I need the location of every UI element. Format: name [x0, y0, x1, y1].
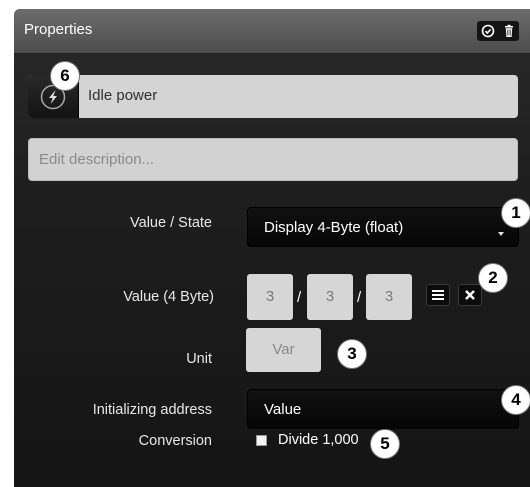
name-input[interactable]: Idle power [88, 87, 157, 104]
divide-checkbox-label[interactable]: Divide 1,000 [278, 432, 359, 448]
annotation-badge-1: 1 [501, 198, 530, 228]
description-placeholder: Edit description... [39, 151, 155, 168]
value-state-selected: Display 4-Byte (float) [264, 219, 404, 236]
close-icon [465, 290, 475, 300]
value-byte-input-2[interactable]: 3 [307, 274, 353, 320]
header-actions [477, 21, 519, 41]
annotation-badge-2: 2 [478, 263, 508, 293]
initializing-address-selected: Value [264, 401, 302, 418]
unit-input[interactable]: Var [246, 328, 321, 372]
conversion-label: Conversion [138, 433, 212, 449]
divide-checkbox[interactable] [256, 435, 267, 446]
value-state-label: Value / State [130, 215, 212, 231]
list-button[interactable] [426, 284, 450, 306]
properties-panel: Properties Idle power Edit description..… [14, 9, 530, 487]
initializing-address-select[interactable]: Value [247, 389, 519, 429]
unit-label: Unit [186, 351, 212, 367]
trash-icon[interactable] [501, 23, 517, 39]
name-field: Idle power [28, 75, 518, 118]
value-separator: / [357, 289, 362, 306]
initializing-address-label: Initializing address [92, 402, 212, 418]
chevron-down-icon [498, 232, 504, 236]
value-separator: / [297, 289, 302, 306]
description-input[interactable]: Edit description... [28, 138, 518, 181]
list-icon [432, 290, 444, 300]
annotation-badge-5: 5 [370, 429, 400, 459]
annotation-badge-6: 6 [50, 61, 80, 91]
annotation-badge-3: 3 [337, 339, 367, 369]
value-4byte-label: Value (4 Byte) [123, 289, 214, 305]
value-byte-input-1[interactable]: 3 [247, 274, 293, 320]
panel-title: Properties [24, 21, 93, 38]
annotation-badge-4: 4 [501, 385, 530, 415]
check-circle-icon[interactable] [480, 23, 496, 39]
clear-button[interactable] [458, 284, 482, 306]
value-state-select[interactable]: Display 4-Byte (float) [247, 207, 519, 247]
panel-header: Properties [14, 9, 530, 54]
value-byte-input-3[interactable]: 3 [366, 274, 412, 320]
